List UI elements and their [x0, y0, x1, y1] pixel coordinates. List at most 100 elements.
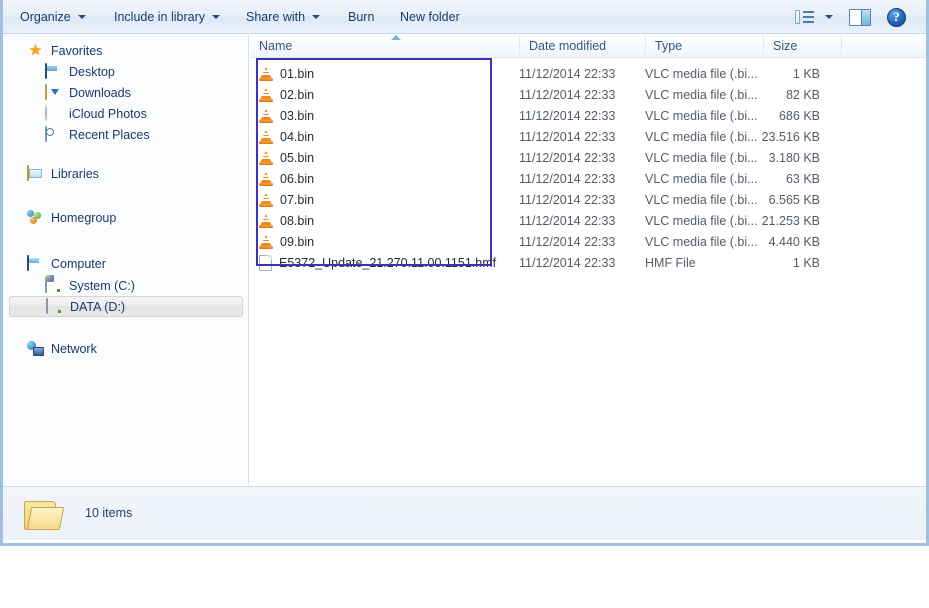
chevron-down-icon: [77, 14, 86, 19]
table-row[interactable]: 01.bin 11/12/2014 22:33 VLC media file (…: [250, 63, 926, 84]
status-bar: 10 items: [3, 486, 926, 540]
file-size-cell: 63 KB: [785, 171, 820, 186]
file-date-cell: 11/12/2014 22:33: [519, 213, 616, 228]
file-name-label: 06.bin: [280, 171, 315, 186]
share-with-label: Share with: [246, 9, 306, 24]
table-row[interactable]: E5372_Update_21.270.11.00.1151.hmf 11/12…: [250, 252, 926, 273]
file-name-label: 02.bin: [280, 87, 315, 102]
generic-file-icon: [259, 254, 272, 271]
table-row[interactable]: 06.bin 11/12/2014 22:33 VLC media file (…: [250, 168, 926, 189]
file-name-cell: 09.bin: [259, 231, 314, 252]
file-date-cell: 11/12/2014 22:33: [519, 108, 616, 123]
burn-button[interactable]: Burn: [339, 4, 383, 29]
file-size-cell: 3.180 KB: [768, 150, 820, 165]
chevron-down-icon: [312, 14, 321, 19]
window-inner: Organize Include in library Share with B…: [3, 0, 926, 543]
column-header-size[interactable]: Size: [763, 35, 841, 57]
table-row[interactable]: 08.bin 11/12/2014 22:33 VLC media file (…: [250, 210, 926, 231]
downloads-folder-icon: [45, 83, 47, 100]
sidebar-item-desktop[interactable]: Desktop: [9, 61, 115, 82]
file-date-cell: 11/12/2014 22:33: [519, 87, 616, 102]
file-name-label: 08.bin: [280, 213, 315, 228]
vlc-media-file-icon: [259, 129, 273, 144]
file-name-label: 04.bin: [280, 129, 315, 144]
file-name-cell: 07.bin: [259, 189, 314, 210]
file-name-label: 09.bin: [280, 234, 315, 249]
organize-button[interactable]: Organize: [11, 4, 95, 29]
vlc-media-file-icon: [259, 234, 273, 249]
sidebar-item-label: Recent Places: [69, 127, 150, 142]
column-header-spacer[interactable]: [841, 35, 926, 57]
file-date-cell: 11/12/2014 22:33: [519, 171, 616, 186]
sidebar-item-recent-places[interactable]: Recent Places: [9, 124, 150, 145]
file-date-cell: 11/12/2014 22:33: [519, 150, 616, 165]
sidebar-item-icloud-photos[interactable]: iCloud Photos: [9, 103, 147, 124]
help-button[interactable]: ?: [887, 5, 906, 29]
file-name-label: 01.bin: [280, 66, 315, 81]
sidebar-item-label: Favorites: [51, 43, 103, 58]
share-with-button[interactable]: Share with: [237, 4, 329, 29]
file-size-cell: 686 KB: [778, 108, 820, 123]
file-size-cell: 1 KB: [792, 255, 820, 270]
sidebar-item-favorites[interactable]: ★ Favorites: [9, 40, 103, 61]
table-row[interactable]: 02.bin 11/12/2014 22:33 VLC media file (…: [250, 84, 926, 105]
file-date-cell: 11/12/2014 22:33: [519, 255, 616, 270]
file-size-cell: 23.516 KB: [761, 129, 820, 144]
table-row[interactable]: 03.bin 11/12/2014 22:33 VLC media file (…: [250, 105, 926, 126]
help-icon: ?: [887, 7, 906, 27]
column-header-row: Name Date modified Type Size: [250, 35, 926, 58]
file-name-cell: 08.bin: [259, 210, 314, 231]
libraries-icon: [27, 164, 29, 181]
include-in-library-label: Include in library: [114, 9, 206, 24]
sort-ascending-icon: [391, 35, 401, 40]
file-date-cell: 11/12/2014 22:33: [519, 234, 616, 249]
sidebar-item-data-d[interactable]: DATA (D:): [9, 296, 243, 317]
view-options-button[interactable]: [795, 5, 833, 29]
sidebar-item-computer[interactable]: Computer: [9, 253, 106, 274]
table-row[interactable]: 09.bin 11/12/2014 22:33 VLC media file (…: [250, 231, 926, 252]
column-header-type[interactable]: Type: [645, 35, 763, 57]
column-header-name[interactable]: Name: [250, 35, 519, 57]
hard-drive-icon: [45, 276, 47, 293]
sidebar-item-label: Desktop: [69, 64, 115, 79]
file-size-cell: 82 KB: [785, 87, 820, 102]
file-size-cell: 4.440 KB: [768, 234, 820, 249]
file-size-cell: 21.253 KB: [761, 213, 820, 228]
sidebar-item-downloads[interactable]: Downloads: [9, 82, 131, 103]
file-size-cell: 6.565 KB: [768, 192, 820, 207]
sidebar-item-system-c[interactable]: System (C:): [9, 275, 135, 296]
column-header-name-label: Name: [259, 39, 293, 53]
sidebar-item-network[interactable]: Network: [9, 338, 97, 359]
file-name-cell: 05.bin: [259, 147, 314, 168]
vlc-media-file-icon: [259, 108, 273, 123]
file-list-pane[interactable]: Name Date modified Type Size 01.bin 11/1…: [250, 35, 926, 485]
explorer-window: Organize Include in library Share with B…: [0, 0, 929, 546]
sidebar-item-label: Computer: [51, 256, 106, 271]
file-name-label: 03.bin: [280, 108, 315, 123]
file-name-cell: 02.bin: [259, 84, 314, 105]
recent-places-icon: [45, 125, 47, 142]
sidebar-item-libraries[interactable]: Libraries: [9, 163, 99, 184]
preview-pane-button[interactable]: [849, 5, 871, 29]
file-name-cell: 06.bin: [259, 168, 314, 189]
table-row[interactable]: 05.bin 11/12/2014 22:33 VLC media file (…: [250, 147, 926, 168]
sidebar-item-homegroup[interactable]: Homegroup: [9, 207, 116, 228]
organize-label: Organize: [20, 9, 71, 24]
table-row[interactable]: 07.bin 11/12/2014 22:33 VLC media file (…: [250, 189, 926, 210]
file-name-cell: 03.bin: [259, 105, 314, 126]
item-count-label: 10 items: [85, 506, 133, 520]
column-header-date-modified[interactable]: Date modified: [519, 35, 645, 57]
navigation-pane[interactable]: ★ Favorites Desktop Downloads iCloud Pho…: [3, 35, 249, 485]
view-options-icon: [795, 9, 815, 25]
vlc-media-file-icon: [259, 171, 273, 186]
include-in-library-button[interactable]: Include in library: [105, 4, 229, 29]
column-header-size-label: Size: [773, 39, 798, 53]
vlc-media-file-icon: [259, 192, 273, 207]
file-date-cell: 11/12/2014 22:33: [519, 66, 616, 81]
chevron-down-icon: [212, 14, 221, 19]
new-folder-label: New folder: [400, 9, 460, 24]
table-row[interactable]: 04.bin 11/12/2014 22:33 VLC media file (…: [250, 126, 926, 147]
sidebar-item-label: Libraries: [51, 166, 99, 181]
computer-icon: [27, 254, 29, 271]
new-folder-button[interactable]: New folder: [391, 4, 469, 29]
